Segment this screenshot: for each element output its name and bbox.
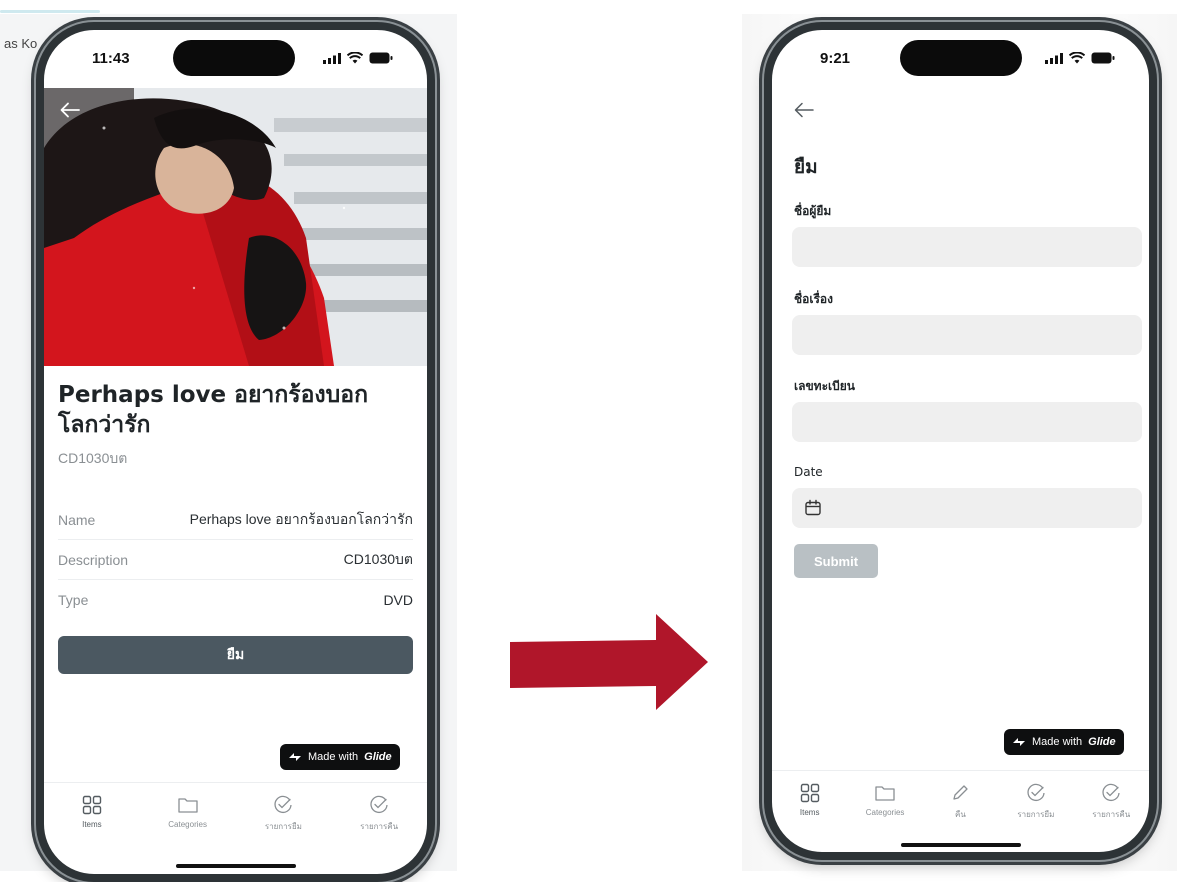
borrow-button[interactable]: ยืม [58,636,413,674]
tab-borrow-list[interactable]: รายการยืม [248,795,318,833]
check-circle-icon [370,795,388,814]
date-label: Date [794,465,823,479]
status-icons [323,52,393,64]
detail-label: Description [58,551,129,568]
status-time: 11:43 [92,50,130,67]
borrower-name-input[interactable] [792,227,1142,267]
dynamic-island [900,40,1022,76]
title-input[interactable] [792,315,1142,355]
signal-icon [1045,52,1063,64]
tab-label: Categories [865,808,905,817]
badge-brand: Glide [364,751,392,763]
detail-value: CD1030บต [343,550,413,567]
folder-icon [875,786,895,801]
detail-row-name: Name Perhaps love อยากร้องบอกโลกว่ารัก [58,500,413,540]
check-circle-icon [1027,783,1045,802]
tab-return-list[interactable]: รายการคืน [344,795,414,833]
tab-label: รายการคืน [1092,810,1131,819]
item-subtitle: CD1030บต [58,450,128,466]
submit-button[interactable]: Submit [794,544,878,578]
detail-row-type: Type DVD [58,580,413,619]
title-label: ชื่อเรื่อง [794,292,833,306]
transition-arrow [510,614,708,710]
wifi-icon [1069,52,1085,64]
folder-icon [177,798,198,813]
badge-brand: Glide [1088,736,1116,748]
grid-icon [800,783,819,803]
item-cover-image [44,88,427,366]
tab-label: Items [82,820,102,829]
made-with-glide-badge[interactable]: Made with Glide [280,744,400,770]
tab-label: รายการยืม [1017,810,1055,819]
glide-bolt-icon [289,753,301,761]
bottom-tab-bar: Items Categories คืน รายการยืม รายการคืน [772,770,1149,836]
home-indicator[interactable] [175,864,296,868]
detail-value: DVD [383,591,413,608]
detail-value: Perhaps love อยากร้องบอกโลกว่ารัก [189,510,413,527]
back-arrow-icon[interactable] [60,102,80,118]
registration-number-input[interactable] [792,402,1142,442]
detail-list: Name Perhaps love อยากร้องบอกโลกว่ารัก D… [58,500,413,619]
item-title: Perhaps love อยากร้องบอกโลกว่ารัก [58,382,369,438]
borrower-name-label: ชื่อผู้ยืม [794,204,832,218]
battery-icon [369,52,393,64]
pencil-icon [953,785,969,800]
phone-item-detail: 11:43 Perhaps love อยากร้องบอกโลกว่ารัก … [36,22,435,882]
detail-row-description: Description CD1030บต [58,540,413,580]
status-icons [1045,52,1115,64]
detail-label: Name [58,511,96,528]
date-field[interactable] [792,488,1142,528]
tab-label: Items [799,808,820,817]
check-circle-icon [274,795,293,814]
check-circle-icon [1102,783,1120,802]
tab-items[interactable]: Items [57,795,127,829]
form-title: ยืม [794,156,818,178]
calendar-icon [805,499,821,516]
badge-prefix: Made with [308,751,359,763]
tab-items[interactable]: Items [775,783,845,817]
background-partial-text: as Ko [4,36,38,51]
made-with-glide-badge[interactable]: Made with Glide [1004,729,1124,755]
status-time: 9:21 [820,50,851,67]
tab-label: รายการยืม [264,822,302,831]
bottom-tab-bar: Items Categories รายการยืม รายการคืน [44,782,427,848]
tab-borrow-list[interactable]: รายการยืม [1001,783,1071,821]
tab-label: Categories [168,820,207,829]
tab-label: รายการคืน [360,822,399,831]
tab-categories[interactable]: Categories [153,795,223,829]
top-accent-line [0,10,100,13]
tab-label: คืน [955,810,966,819]
back-arrow-icon[interactable] [794,102,814,118]
tab-return[interactable]: คืน [925,783,995,821]
glide-bolt-icon [1013,738,1025,746]
tab-return-list[interactable]: รายการคืน [1076,783,1146,821]
badge-prefix: Made with [1032,736,1083,748]
detail-label: Type [58,591,89,608]
grid-icon [82,795,102,815]
battery-icon [1091,52,1115,64]
registration-number-label: เลขทะเบียน [794,379,855,393]
phone-borrow-form: 9:21 ยืม ชื่อผู้ยืม ชื่อเรื่อง เลขทะเบีย… [764,22,1157,860]
home-indicator[interactable] [900,843,1021,847]
tab-categories[interactable]: Categories [850,783,920,817]
wifi-icon [347,52,363,64]
signal-icon [323,52,341,64]
dynamic-island [173,40,295,76]
